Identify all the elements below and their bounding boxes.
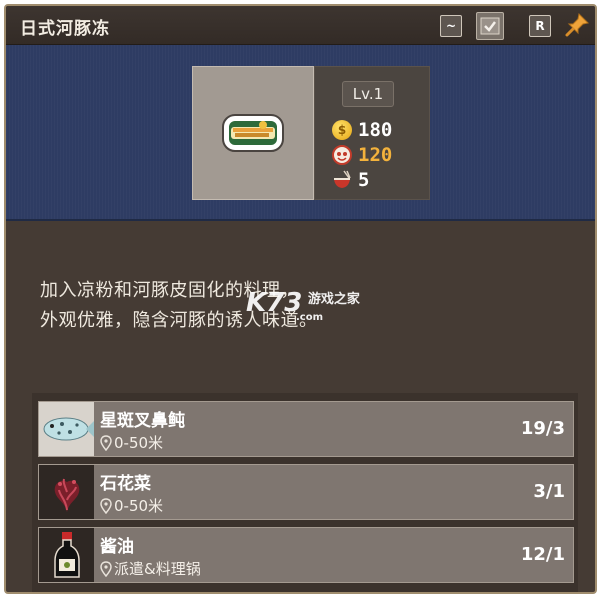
- panel-header: 日式河豚冻 ~ R: [6, 6, 595, 45]
- ingredient-thumb: [39, 528, 94, 582]
- location-pin-icon: [100, 434, 112, 451]
- seaweed-icon: [54, 478, 79, 512]
- coin-icon: $: [332, 120, 352, 140]
- ingredient-row[interactable]: 酱油 派遣&料理锅 12/1: [38, 527, 574, 583]
- level-badge: Lv.1: [342, 81, 394, 107]
- dish-image: [192, 66, 314, 200]
- recipe-panel: 日式河豚冻 ~ R Lv.1 $ 180 120 5 加入凉粉和河豚皮固化的料理…: [4, 4, 597, 594]
- soy-sauce-icon: [53, 532, 80, 578]
- ingredient-thumb: [39, 465, 94, 519]
- pin-button[interactable]: [564, 12, 590, 38]
- k73-watermark: K73 游戏之家 .com: [246, 288, 360, 323]
- appeal-value: 120: [358, 144, 393, 166]
- recipe-info-band: Lv.1 $ 180 120 5: [6, 45, 595, 221]
- bowl-icon: [334, 170, 351, 188]
- ingredient-count: 3/1: [533, 481, 565, 502]
- ingredient-name: 石花菜: [100, 474, 151, 494]
- recipe-stats: Lv.1 $ 180 120 5: [314, 66, 430, 200]
- dish-icon: [222, 114, 284, 152]
- watermark-domain: .com: [296, 312, 324, 323]
- ingredient-count: 12/1: [520, 544, 565, 565]
- recipe-title: 日式河豚冻: [20, 19, 110, 39]
- portions-stat: 5: [332, 169, 369, 191]
- price-stat: $ 180: [332, 119, 392, 141]
- portions-value: 5: [358, 169, 370, 191]
- ingredient-thumb: [39, 402, 94, 456]
- location-pin-icon: [100, 497, 112, 514]
- ingredient-location: 0-50米: [100, 495, 163, 516]
- ingredient-row[interactable]: 星斑叉鼻鲀 0-50米 19/3: [38, 401, 574, 457]
- ingredient-list: 星斑叉鼻鲀 0-50米 19/3 石花菜 0-50米 3/1 酱油 派遣&料理锅…: [32, 393, 578, 592]
- r-key-icon: R: [535, 19, 545, 33]
- wave-button[interactable]: ~: [440, 15, 462, 37]
- appeal-icon: [332, 145, 352, 165]
- appeal-stat: 120: [332, 144, 392, 166]
- ingredient-location: 派遣&料理锅: [100, 558, 201, 579]
- pin-icon: [565, 12, 590, 37]
- recipe-card: Lv.1 $ 180 120 5: [192, 66, 430, 200]
- watermark-text: 游戏之家: [307, 292, 360, 307]
- ingredient-location-text: 0-50米: [114, 497, 164, 515]
- ingredient-count: 19/3: [520, 418, 565, 439]
- ingredient-location-text: 0-50米: [114, 434, 164, 452]
- ingredient-location: 0-50米: [100, 432, 163, 453]
- price-value: 180: [358, 119, 393, 141]
- ingredient-name: 酱油: [100, 537, 134, 557]
- ingredient-row[interactable]: 石花菜 0-50米 3/1: [38, 464, 574, 520]
- location-pin-icon: [100, 560, 112, 577]
- wave-icon: ~: [445, 19, 457, 33]
- watermark-logo: K73: [246, 288, 303, 318]
- ingredient-location-text: 派遣&料理锅: [114, 560, 201, 578]
- r-key-button[interactable]: R: [529, 15, 551, 37]
- ingredient-name: 星斑叉鼻鲀: [100, 411, 185, 431]
- check-icon: [480, 17, 500, 35]
- check-button[interactable]: [476, 12, 504, 40]
- pufferfish-icon: [43, 417, 94, 441]
